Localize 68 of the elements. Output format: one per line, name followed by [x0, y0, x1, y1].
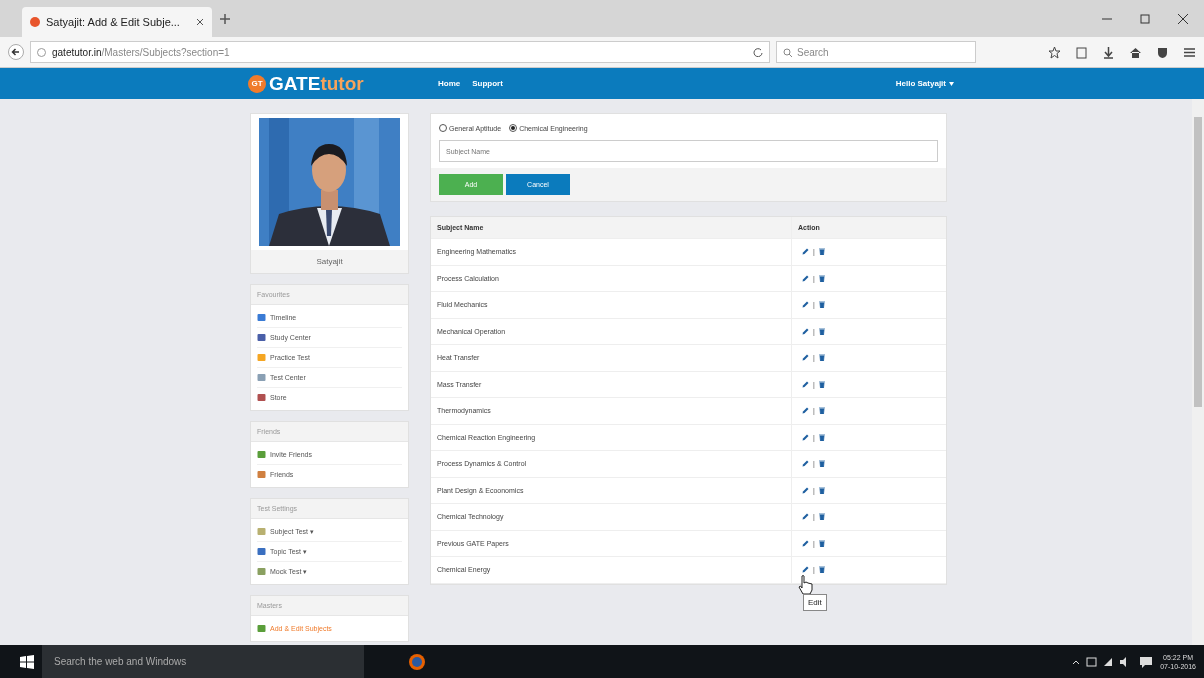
clipboard-icon[interactable] [1075, 45, 1088, 59]
trash-icon[interactable] [818, 327, 825, 335]
item-icon [257, 527, 266, 536]
pencil-icon[interactable] [802, 433, 809, 441]
pencil-icon[interactable] [802, 566, 809, 574]
trash-icon[interactable] [818, 486, 825, 494]
item-icon [257, 567, 266, 576]
reload-icon[interactable] [753, 47, 763, 57]
close-icon[interactable] [1178, 13, 1188, 24]
tooltip: Edit [803, 594, 827, 611]
maximize-icon[interactable] [1140, 13, 1150, 24]
scrollbar[interactable] [1192, 99, 1204, 645]
notification-icon[interactable] [1140, 655, 1153, 668]
item-icon [257, 547, 266, 556]
pencil-icon[interactable] [802, 248, 809, 256]
trash-icon[interactable] [818, 301, 825, 309]
trash-icon[interactable] [818, 460, 825, 468]
item-icon [257, 373, 266, 382]
pencil-icon[interactable] [802, 486, 809, 494]
pencil-icon[interactable] [802, 407, 809, 415]
pencil-icon[interactable] [802, 513, 809, 521]
item-icon [257, 624, 266, 633]
browser-icon[interactable] [408, 652, 426, 671]
trash-icon[interactable] [818, 354, 825, 362]
user-menu[interactable]: Hello Satyajit [895, 79, 946, 88]
pencil-icon[interactable] [802, 380, 809, 388]
download-icon[interactable] [1102, 45, 1115, 59]
browser-tab[interactable]: Satyajit: Add & Edit Subje... [22, 7, 212, 37]
trash-icon[interactable] [818, 380, 825, 388]
shield-icon[interactable] [1156, 45, 1169, 59]
nav-link[interactable]: Home [438, 79, 461, 88]
search-icon [783, 47, 792, 57]
pencil-icon[interactable] [802, 327, 809, 335]
item-icon [257, 470, 266, 479]
trash-icon[interactable] [818, 513, 825, 521]
item-icon [257, 333, 266, 342]
trash-icon[interactable] [818, 407, 825, 415]
logo-badge: GT [248, 74, 266, 93]
trash-icon[interactable] [818, 539, 825, 547]
item-icon [257, 393, 266, 402]
site-icon [30, 17, 40, 27]
item-icon [257, 353, 266, 362]
item-icon [257, 313, 266, 322]
trash-icon[interactable] [818, 248, 825, 256]
address-field[interactable]: gatetutor.in/Masters/Subjects?section=1 [30, 41, 770, 63]
logo-text[interactable]: GATEtutor [269, 72, 364, 95]
info-icon [37, 47, 46, 57]
nav-link[interactable]: Support [472, 79, 503, 88]
back-icon[interactable] [8, 44, 24, 60]
close-icon[interactable] [196, 18, 204, 26]
trash-icon[interactable] [818, 433, 825, 441]
search-field[interactable]: Search [776, 41, 976, 63]
profile-name: Satyajit [251, 250, 408, 273]
new-tab-icon[interactable] [220, 13, 230, 24]
menu-icon[interactable] [1183, 45, 1196, 59]
star-icon[interactable] [1048, 45, 1061, 59]
pencil-icon[interactable] [802, 274, 809, 282]
pencil-icon[interactable] [802, 539, 809, 547]
pencil-icon[interactable] [802, 460, 809, 468]
windows-icon[interactable] [20, 654, 34, 669]
pencil-icon[interactable] [802, 354, 809, 362]
item-icon [257, 450, 266, 459]
trash-icon[interactable] [818, 566, 825, 574]
caret-icon[interactable] [949, 81, 954, 86]
home-icon[interactable] [1129, 45, 1142, 59]
trash-icon[interactable] [818, 274, 825, 282]
pencil-icon[interactable] [802, 301, 809, 309]
taskbar-search-field[interactable]: Search the web and Windows [42, 645, 364, 678]
